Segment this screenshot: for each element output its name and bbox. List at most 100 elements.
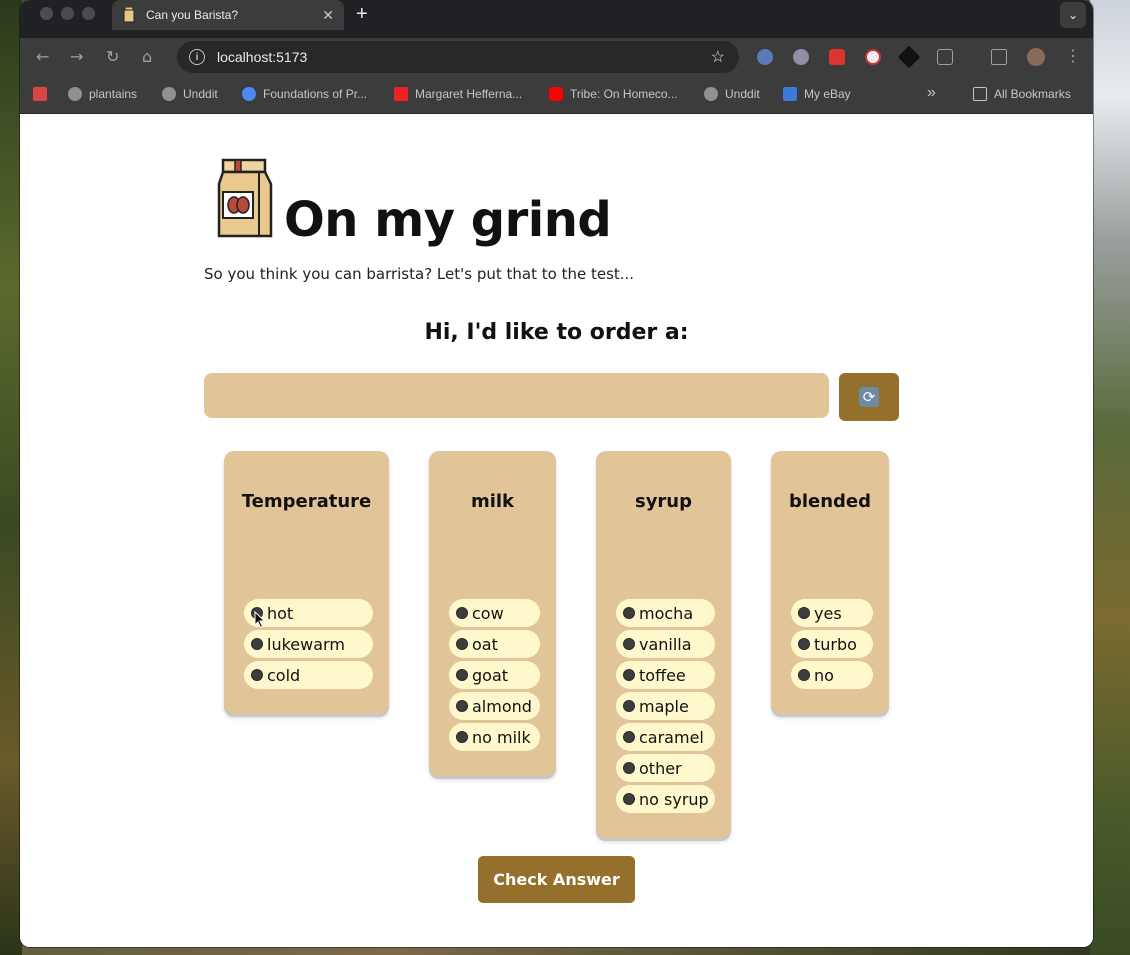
clock-extension-icon[interactable] — [865, 49, 881, 65]
youtube-icon — [549, 87, 563, 101]
option-vanilla[interactable]: vanilla — [616, 630, 715, 658]
bookmark-item[interactable]: Unddit — [162, 87, 218, 101]
close-window-button[interactable] — [40, 7, 53, 20]
bookmarks-overflow-icon[interactable]: » — [927, 84, 936, 102]
globe-icon — [162, 87, 176, 101]
all-bookmarks-folder[interactable]: All Bookmarks — [973, 87, 1071, 101]
extension-icon[interactable] — [793, 49, 809, 65]
side-panel-icon[interactable] — [991, 49, 1007, 65]
browser-tab[interactable]: Can you Barista? ✕ — [112, 0, 344, 30]
check-answer-button[interactable]: Check Answer — [478, 856, 635, 903]
radio-button[interactable] — [456, 607, 468, 619]
puzzle-extensions-icon[interactable] — [937, 49, 953, 65]
option-label: other — [639, 758, 682, 778]
option-label: mocha — [639, 603, 694, 623]
bookmark-label: plantains — [89, 87, 138, 101]
radio-button[interactable] — [798, 669, 810, 681]
option-label: yes — [814, 603, 842, 623]
option-cow[interactable]: cow — [449, 599, 540, 627]
new-tab-button[interactable]: + — [356, 3, 368, 26]
tagline: So you think you can barrista? Let's put… — [204, 265, 635, 283]
option-label: hot — [267, 603, 294, 623]
radio-button[interactable] — [623, 700, 635, 712]
radio-button[interactable] — [456, 731, 468, 743]
maximize-window-button[interactable] — [82, 7, 95, 20]
profile-avatar[interactable] — [1027, 48, 1045, 66]
address-bar[interactable]: i localhost:5173 ☆ — [177, 41, 739, 73]
option-label: no milk — [472, 727, 531, 747]
option-maple[interactable]: maple — [616, 692, 715, 720]
option-toffee[interactable]: toffee — [616, 661, 715, 689]
order-input[interactable] — [204, 373, 829, 418]
extension-icon[interactable] — [757, 49, 773, 65]
option-lukewarm[interactable]: lukewarm — [244, 630, 373, 658]
bookmark-item[interactable]: Unddit — [704, 87, 760, 101]
radio-button[interactable] — [251, 669, 263, 681]
radio-button[interactable] — [623, 731, 635, 743]
radio-button[interactable] — [623, 638, 635, 650]
menu-kebab-icon[interactable]: ⋮ — [1065, 46, 1081, 65]
tab-strip: Can you Barista? ✕ + ⌄ — [20, 0, 1093, 38]
option-other[interactable]: other — [616, 754, 715, 782]
option-turbo[interactable]: turbo — [791, 630, 873, 658]
bookmarks-bar: plantains Unddit Foundations of Pr... Ma… — [20, 76, 1093, 114]
radio-button[interactable] — [456, 700, 468, 712]
minimize-window-button[interactable] — [61, 7, 74, 20]
browser-window: Can you Barista? ✕ + ⌄ ← → ↻ ⌂ i localho… — [20, 0, 1093, 947]
close-tab-icon[interactable]: ✕ — [322, 7, 334, 24]
home-icon[interactable]: ⌂ — [142, 47, 152, 66]
option-caramel[interactable]: caramel — [616, 723, 715, 751]
bookmark-label: Unddit — [183, 87, 218, 101]
folder-icon — [973, 87, 987, 101]
radio-button[interactable] — [798, 607, 810, 619]
google-icon — [242, 87, 256, 101]
radio-button[interactable] — [798, 638, 810, 650]
radio-button[interactable] — [456, 669, 468, 681]
all-bookmarks-label: All Bookmarks — [994, 87, 1071, 101]
desktop-wallpaper-right — [1090, 0, 1130, 955]
bookmark-item[interactable]: My eBay — [783, 87, 851, 101]
option-label: goat — [472, 665, 509, 685]
mouse-pointer-icon — [254, 611, 266, 629]
option-goat[interactable]: goat — [449, 661, 540, 689]
radio-button[interactable] — [623, 669, 635, 681]
bookmark-item[interactable]: plantains — [68, 87, 137, 101]
site-info-icon[interactable]: i — [189, 49, 205, 65]
extension-icon[interactable] — [829, 49, 845, 65]
option-almond[interactable]: almond — [449, 692, 540, 720]
option-oat[interactable]: oat — [449, 630, 540, 658]
globe-icon — [704, 87, 718, 101]
radio-button[interactable] — [623, 793, 635, 805]
bookmark-label: My eBay — [804, 87, 851, 101]
option-label: almond — [472, 696, 532, 716]
window-controls — [40, 7, 95, 20]
reload-icon[interactable]: ↻ — [106, 47, 119, 66]
bookmark-item[interactable]: Foundations of Pr... — [242, 87, 367, 101]
option-no[interactable]: no — [791, 661, 873, 689]
radio-button[interactable] — [251, 638, 263, 650]
gmail-bookmark[interactable] — [33, 87, 54, 101]
bookmark-item[interactable]: Margaret Hefferna... — [394, 87, 522, 101]
bookmark-label: Unddit — [725, 87, 760, 101]
option-mocha[interactable]: mocha — [616, 599, 715, 627]
radio-button[interactable] — [623, 607, 635, 619]
radio-button[interactable] — [623, 762, 635, 774]
back-arrow-icon[interactable]: ← — [36, 47, 49, 66]
bookmark-star-icon[interactable]: ☆ — [711, 47, 725, 67]
option-yes[interactable]: yes — [791, 599, 873, 627]
refresh-icon: ⟳ — [859, 387, 879, 407]
bookmark-item[interactable]: Tribe: On Homeco... — [549, 87, 678, 101]
radio-button[interactable] — [456, 638, 468, 650]
option-label: turbo — [814, 634, 857, 654]
bookmark-label: Foundations of Pr... — [263, 87, 368, 101]
extension-icon[interactable] — [897, 45, 921, 69]
forward-arrow-icon[interactable]: → — [70, 47, 83, 66]
option-label: no syrup — [639, 789, 709, 809]
refresh-order-button[interactable]: ⟳ — [839, 373, 899, 421]
tab-search-chevron-icon[interactable]: ⌄ — [1060, 2, 1086, 28]
option-cold[interactable]: cold — [244, 661, 373, 689]
bookmark-label: Tribe: On Homeco... — [570, 87, 678, 101]
option-no-syrup[interactable]: no syrup — [616, 785, 715, 813]
option-no-milk[interactable]: no milk — [449, 723, 540, 751]
bookmark-label: Margaret Hefferna... — [415, 87, 523, 101]
